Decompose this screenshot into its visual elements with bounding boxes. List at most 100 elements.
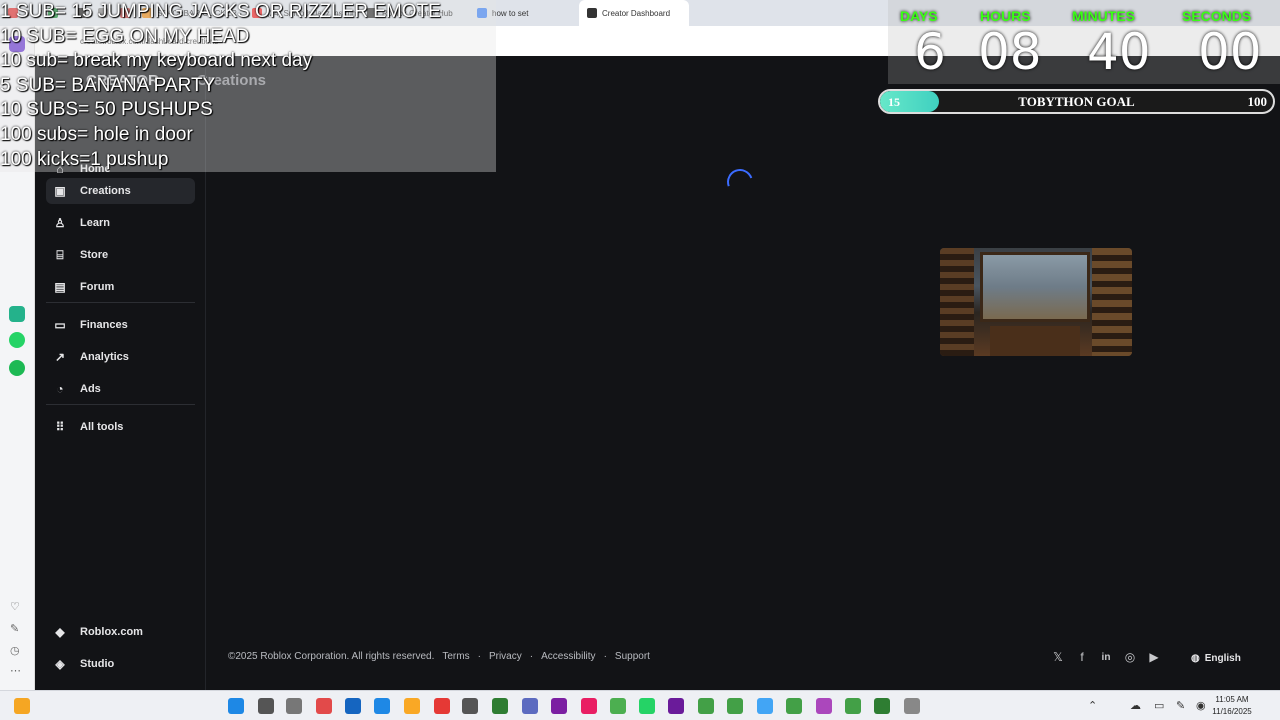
sidebar-item-label: Creations <box>80 185 131 197</box>
tray-icon[interactable]: ☁ <box>1130 699 1141 712</box>
timer-value-seconds: 00 <box>1198 23 1262 81</box>
footer-link-accessibility[interactable]: Accessibility <box>541 651 595 662</box>
x-icon[interactable]: 𝕏 <box>1051 650 1065 664</box>
footer-link-terms[interactable]: Terms <box>442 651 469 662</box>
taskbar-app-icon[interactable] <box>816 698 832 714</box>
sidebar-item-forum[interactable]: ▤ Forum <box>46 274 195 300</box>
sidebar-item-learn[interactable]: ♙ Learn <box>46 210 195 236</box>
facebook-icon[interactable]: f <box>1075 650 1089 664</box>
overlay-goal-line: 5 SUB= BANANA PARTY <box>0 74 216 96</box>
social-links: 𝕏 f in ◎ ▶ <box>1051 650 1161 664</box>
sidebar-item-ads[interactable]: ◔ Ads <box>46 376 195 402</box>
whatsapp-icon[interactable] <box>9 332 25 348</box>
more-icon[interactable]: ⋯ <box>10 664 21 677</box>
sidebar-item-finances[interactable]: ▭ Finances <box>46 312 195 338</box>
tab-label: Creator Dashboard <box>602 8 671 18</box>
timer-value-hours: 08 <box>978 23 1042 81</box>
sidebar-item-label: Store <box>80 249 109 261</box>
taskbar-app-icon[interactable] <box>668 698 684 714</box>
linkedin-icon[interactable]: in <box>1099 650 1113 664</box>
sidebar-item-creations[interactable]: ▣ Creations <box>46 178 195 204</box>
tab-label: how to set <box>492 8 529 18</box>
sidebar-item-label: Studio <box>80 658 115 670</box>
taskbar-app-icon[interactable] <box>228 698 244 714</box>
sidebar-item-label: Roblox.com <box>80 626 143 638</box>
instagram-icon[interactable]: ◎ <box>1123 650 1137 664</box>
browser-tab[interactable]: Creator Dashboard <box>579 0 689 26</box>
spotify-icon[interactable] <box>9 360 25 376</box>
overlay-goal-line: 10 SUBS= 50 PUSHUPS <box>0 99 213 121</box>
footer-separator: · <box>603 651 607 662</box>
goal-bar: 15 TOBYTHON GOAL 100 <box>878 89 1275 114</box>
taskbar-app-icon[interactable] <box>551 698 567 714</box>
sidebar-item-store[interactable]: ⌸ Store <box>46 242 195 268</box>
sidebar-item-label: Forum <box>80 281 115 293</box>
sidebar-item-analytics[interactable]: ↗ Analytics <box>46 344 195 370</box>
overlay-goal-line: 100 kicks=1 pushup <box>0 148 169 170</box>
finances-icon: ▭ <box>54 318 66 332</box>
taskbar-app-icon[interactable] <box>874 698 890 714</box>
language-label: English <box>1204 652 1241 664</box>
footer: ©2025 Roblox Corporation. All rights res… <box>228 651 650 662</box>
overlay-goal-line: 10 sub= break my keyboard next day <box>0 50 313 72</box>
taskbar-app-icon[interactable] <box>522 698 538 714</box>
taskbar-app-icon[interactable] <box>316 698 332 714</box>
taskbar-app-icon[interactable] <box>345 698 361 714</box>
taskbar-app-icon[interactable] <box>639 698 655 714</box>
sidebar-item-label: Finances <box>80 319 128 331</box>
taskbar-app-icon[interactable] <box>286 698 302 714</box>
taskbar-app-icon[interactable] <box>581 698 597 714</box>
store-icon: ⌸ <box>56 247 64 262</box>
taskbar-app-icon[interactable] <box>492 698 508 714</box>
taskbar-app-icon[interactable] <box>462 698 478 714</box>
edit-icon[interactable]: ✎ <box>10 622 19 635</box>
studio-icon: ◈ <box>55 657 65 671</box>
forum-icon: ▤ <box>54 280 66 294</box>
taskbar-app-icon[interactable] <box>404 698 420 714</box>
taskbar-app-icon[interactable] <box>904 698 920 714</box>
taskbar-clock[interactable]: 11:05 AM 11/16/2025 <box>1204 694 1260 718</box>
language-selector[interactable]: ◍ English <box>1183 646 1249 670</box>
learn-icon: ♙ <box>54 216 66 230</box>
sidebar-item-label: Learn <box>80 217 110 229</box>
windows-taskbar: 11:05 AM 11/16/2025 ⌃ ☁ ▭ ✎ ◉ <box>0 690 1280 720</box>
taskbar-app-icon[interactable] <box>757 698 773 714</box>
sidebar-item-studio[interactable]: ◈ Studio <box>46 651 195 677</box>
taskbar-app-icon[interactable] <box>727 698 743 714</box>
taskbar-app-icon[interactable] <box>374 698 390 714</box>
taskbar-app-icon[interactable] <box>14 698 30 714</box>
sidebar-item-label: Ads <box>80 383 101 395</box>
overlay-goal-line: 1 SUB= 15 JUMPING JACKS OR RIZZLER EMOTE <box>0 1 441 22</box>
chatgpt-icon[interactable] <box>9 306 25 322</box>
nav-divider <box>46 302 195 303</box>
nav-divider <box>46 404 195 405</box>
taskbar-app-icon[interactable] <box>610 698 626 714</box>
tray-icon[interactable]: ✎ <box>1176 699 1185 712</box>
heart-icon[interactable]: ♡ <box>10 600 20 613</box>
taskbar-app-icon[interactable] <box>845 698 861 714</box>
sidebar-item-all-tools[interactable]: ⠿ All tools <box>46 414 195 440</box>
footer-link-support[interactable]: Support <box>615 651 650 662</box>
taskbar-app-icon[interactable] <box>258 698 274 714</box>
tray-icon[interactable]: ▭ <box>1154 699 1164 712</box>
history-icon[interactable]: ◷ <box>10 644 20 657</box>
taskbar-app-icon[interactable] <box>434 698 450 714</box>
sidebar-item-roblox-com[interactable]: ◆ Roblox.com <box>46 619 195 645</box>
youtube-icon[interactable]: ▶ <box>1147 650 1161 664</box>
taskbar-app-icon[interactable] <box>698 698 714 714</box>
footer-link-privacy[interactable]: Privacy <box>489 651 522 662</box>
roblox-icon: ◆ <box>55 625 65 639</box>
footer-separator: · <box>477 651 481 662</box>
taskbar-app-icon[interactable] <box>786 698 802 714</box>
analytics-icon: ↗ <box>54 350 66 364</box>
globe-icon: ◍ <box>1191 652 1200 664</box>
tray-icon[interactable]: ◉ <box>1196 699 1206 712</box>
footer-separator: · <box>529 651 534 662</box>
timer-label-seconds: SECONDS <box>1182 8 1252 24</box>
overlay-goal-line: 10 SUB= EGG ON MY HEAD <box>0 25 250 47</box>
sidebar-item-label: Analytics <box>80 351 129 363</box>
clock-time: 11:05 AM <box>1215 695 1249 704</box>
tray-icon[interactable]: ⌃ <box>1088 699 1097 712</box>
cozy-library-image <box>940 248 1132 356</box>
timer-value-minutes: 40 <box>1087 23 1151 81</box>
